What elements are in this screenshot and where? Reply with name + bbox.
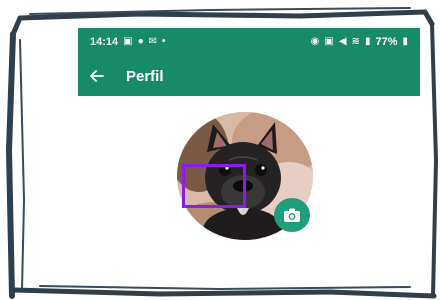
status-left: 14:14 ▣ ● ✉ •	[90, 36, 166, 48]
camera-icon	[284, 208, 300, 222]
more-notifications-icon: •	[162, 36, 166, 47]
app-bar: 14:14 ▣ ● ✉ • ◉ ▣ ◀ ≋ ▮ 77% ▮ Perfil	[78, 28, 420, 96]
wifi-icon: ≋	[351, 36, 360, 47]
screenshot-stage: 14:14 ▣ ● ✉ • ◉ ▣ ◀ ≋ ▮ 77% ▮ Perfil	[0, 0, 440, 300]
status-time: 14:14	[90, 36, 119, 48]
mute-icon: ◀	[338, 36, 347, 47]
facebook-notification-icon: ●	[137, 36, 144, 47]
nfc-icon: ▣	[324, 36, 334, 47]
phone-screen: 14:14 ▣ ● ✉ • ◉ ▣ ◀ ≋ ▮ 77% ▮ Perfil	[78, 28, 420, 288]
camera-highlight-box	[182, 164, 246, 208]
arrow-left-icon[interactable]	[86, 65, 108, 87]
alarm-icon: ◉	[310, 36, 320, 47]
change-photo-button[interactable]	[274, 198, 310, 232]
toolbar: Perfil	[78, 56, 420, 96]
mail-notification-icon: ✉	[148, 36, 158, 47]
battery-icon: ▮	[402, 36, 408, 47]
status-right: ◉ ▣ ◀ ≋ ▮ 77% ▮	[311, 36, 408, 48]
signal-icon: ▮	[364, 36, 371, 47]
status-bar: 14:14 ▣ ● ✉ • ◉ ▣ ◀ ≋ ▮ 77% ▮	[78, 28, 420, 56]
battery-level: 77%	[375, 36, 398, 48]
gallery-notification-icon: ▣	[123, 36, 133, 47]
page-title: Perfil	[126, 67, 164, 85]
